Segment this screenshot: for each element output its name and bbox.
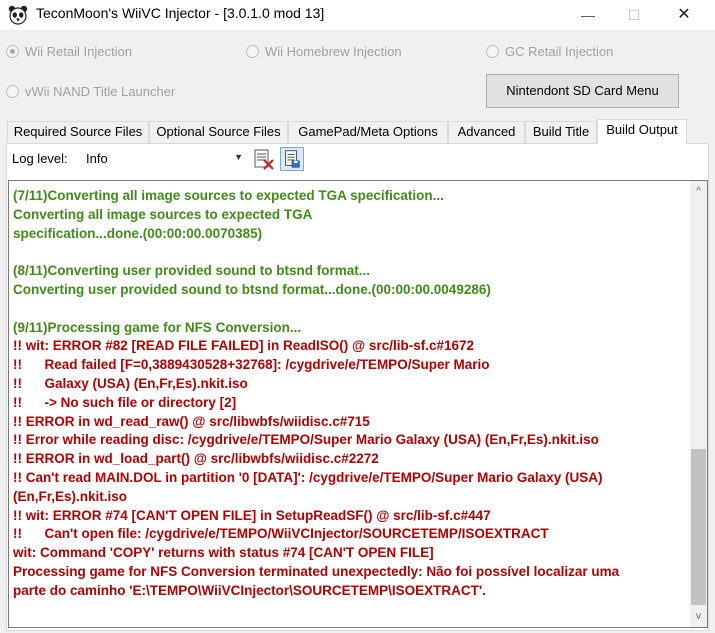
log-level-select[interactable]: Info ▼ — [80, 148, 247, 170]
log-line: !! Read failed [F=0,3889430528+32768]: /… — [13, 357, 490, 373]
tab-required-source-files[interactable]: Required Source Files — [7, 121, 149, 143]
log-line: Processing game for NFS Conversion termi… — [13, 563, 620, 579]
nintendont-sd-card-menu-button[interactable]: Nintendont SD Card Menu — [486, 74, 679, 108]
log-line: !! ERROR in wd_load_part() @ src/libwbfs… — [13, 451, 379, 467]
save-log-icon[interactable] — [280, 147, 304, 171]
log-line: !! Galaxy (USA) (En,Fr,Es).nkit.iso — [13, 375, 248, 391]
radio-dot — [6, 44, 19, 58]
log-line: !! Can't open file: /cygdrive/e/TEMPO/Wi… — [13, 526, 549, 542]
log-line: Converting user provided sound to btsnd … — [13, 281, 491, 297]
tab-build-output[interactable]: Build Output — [597, 119, 687, 144]
window-title: TeconMoon's WiiVC Injector - [3.0.1.0 mo… — [36, 5, 325, 21]
log-line: !! Can't read MAIN.DOL in partition '0 [… — [13, 469, 603, 485]
radio-gc-retail-injection[interactable]: GC Retail Injection — [486, 42, 613, 60]
panda-icon — [8, 5, 28, 25]
log-line: (En,Fr,Es).nkit.iso — [13, 488, 128, 504]
radio-wii-retail-injection[interactable]: Wii Retail Injection — [6, 42, 132, 60]
tab-advanced[interactable]: Advanced — [448, 121, 525, 143]
scroll-down-icon[interactable]: v — [690, 608, 707, 625]
chevron-down-icon: ▼ — [234, 152, 243, 162]
log-line: !! wit: ERROR #74 [CAN'T OPEN FILE] in S… — [13, 507, 491, 523]
radio-dot — [6, 84, 19, 98]
vertical-scrollbar[interactable]: ^ v — [690, 181, 707, 627]
title-bar: TeconMoon's WiiVC Injector - [3.0.1.0 mo… — [0, 0, 715, 30]
scroll-up-icon[interactable]: ^ — [690, 183, 707, 200]
log-level-label: Log level: — [12, 151, 68, 166]
radio-vwii-nand-title-launcher[interactable]: vWii NAND Title Launcher — [6, 82, 175, 100]
log-line: (8/11)Converting user provided sound to … — [13, 263, 371, 279]
log-line: (7/11)Converting all image sources to ex… — [13, 188, 444, 203]
close-button[interactable]: ✕ — [661, 0, 707, 30]
radio-dot — [486, 44, 499, 58]
log-level-value: Info — [86, 151, 108, 166]
maximize-button[interactable]: ☐ — [611, 0, 657, 30]
log-line: specification...done.(00:00:00.0070385) — [13, 225, 263, 241]
log-line: Converting all image sources to expected… — [13, 206, 313, 222]
log-line: parte do caminho 'E:\TEMPO\WiiVCInjector… — [13, 582, 486, 598]
radio-label: Wii Retail Injection — [25, 43, 132, 59]
log-line: !! -> No such file or directory [2] — [13, 394, 237, 410]
scrollbar-thumb[interactable] — [691, 449, 706, 605]
tab-strip: Required Source Files Optional Source Fi… — [7, 119, 709, 144]
build-output-log[interactable]: (7/11)Converting all image sources to ex… — [8, 180, 708, 628]
log-line: !! ERROR in wd_read_raw() @ src/libwbfs/… — [13, 413, 370, 429]
tab-optional-source-files[interactable]: Optional Source Files — [149, 121, 288, 143]
radio-label: GC Retail Injection — [505, 43, 614, 59]
log-text: (7/11)Converting all image sources to ex… — [13, 187, 685, 627]
radio-dot — [246, 44, 259, 58]
radio-label: vWii NAND Title Launcher — [25, 83, 176, 99]
clear-log-icon[interactable] — [252, 147, 276, 171]
tab-gamepad-meta-options[interactable]: GamePad/Meta Options — [288, 121, 448, 143]
log-line: wit: Command 'COPY' returns with status … — [13, 545, 434, 561]
log-line: !! wit: ERROR #82 [READ FILE FAILED] in … — [13, 338, 474, 354]
minimize-button[interactable]: — — [565, 0, 611, 30]
radio-label: Wii Homebrew Injection — [265, 43, 402, 59]
log-line: (9/11)Processing game for NFS Conversion… — [13, 319, 302, 335]
log-line: !! Error while reading disc: /cygdrive/e… — [13, 432, 599, 448]
tab-build-title[interactable]: Build Title — [525, 121, 597, 143]
radio-wii-homebrew-injection[interactable]: Wii Homebrew Injection — [246, 42, 402, 60]
